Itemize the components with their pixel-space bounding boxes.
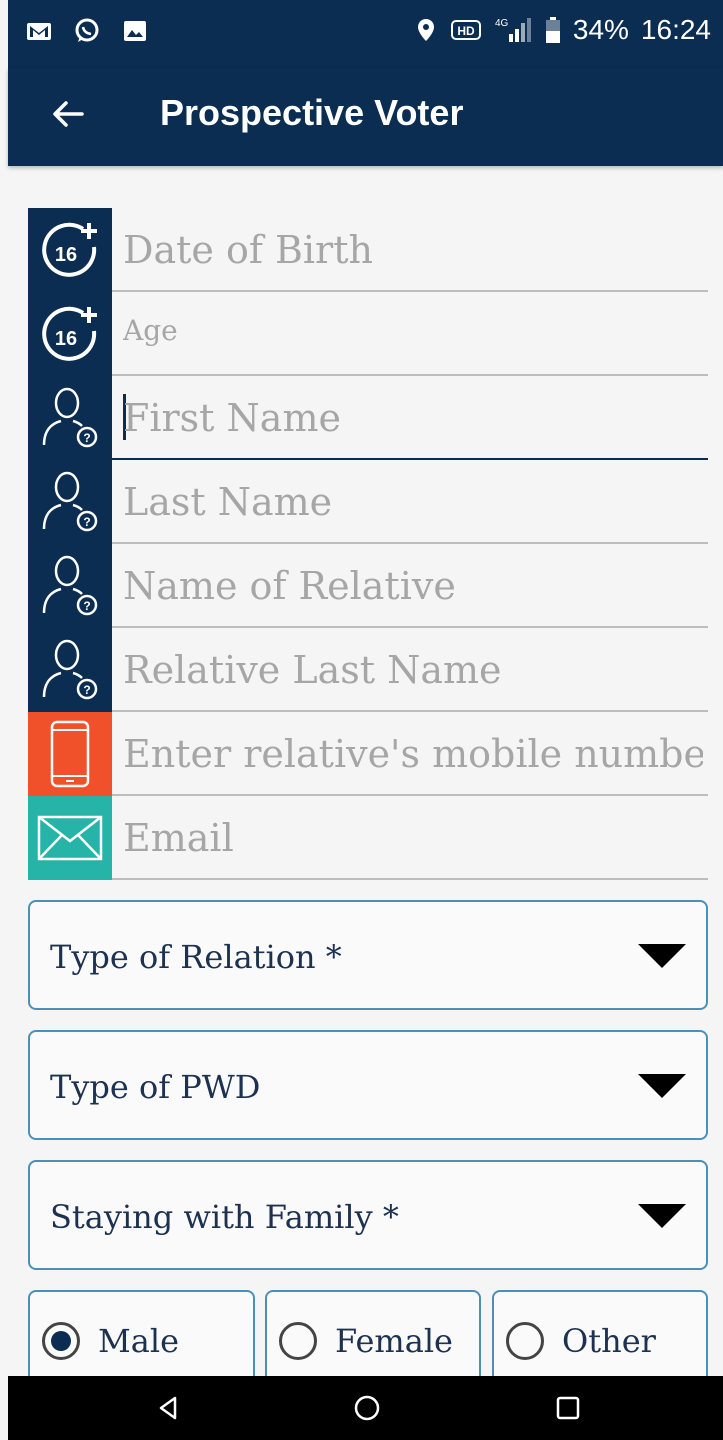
gallery-icon — [124, 21, 146, 41]
clock: 16:24 — [640, 14, 711, 45]
relative-mobile-field[interactable]: Enter relative's mobile numbe — [112, 712, 708, 796]
gender-label-female: Female — [335, 1322, 453, 1360]
gender-option-male[interactable]: Male — [28, 1290, 255, 1390]
dropdown-arrow-icon — [638, 1074, 686, 1098]
first-name-field[interactable]: First Name — [112, 376, 708, 460]
last-name-placeholder: Last Name — [123, 480, 333, 524]
date-of-birth-placeholder: Date of Birth — [123, 228, 373, 272]
location-icon — [417, 19, 434, 41]
relative-last-name-field[interactable]: Relative Last Name — [112, 628, 708, 712]
gmail-icon — [27, 23, 51, 40]
recents-square-icon[interactable] — [552, 1392, 584, 1424]
signal-icon: 4G — [495, 18, 531, 42]
email-row: Email — [28, 796, 708, 880]
relation-type-label: Type of Relation * — [50, 938, 342, 976]
relative-mobile-placeholder: Enter relative's mobile numbe — [123, 732, 703, 776]
pwd-type-label: Type of PWD — [50, 1068, 261, 1106]
last-name-row: ? Last Name — [28, 460, 708, 544]
page-title: Prospective Voter — [160, 92, 464, 133]
dropdown-arrow-icon — [638, 1204, 686, 1228]
app-bar: Prospective Voter — [8, 68, 723, 166]
back-triangle-icon[interactable] — [153, 1392, 185, 1424]
age-row: 16 Age — [28, 292, 708, 376]
user-question-icon: ? — [28, 460, 112, 544]
age-16-plus-icon: 16 — [28, 208, 112, 292]
gender-option-other[interactable]: Other — [492, 1290, 708, 1390]
gender-label-male: Male — [98, 1322, 180, 1360]
email-field[interactable]: Email — [112, 796, 708, 880]
status-bar: HD 4G 34% 16:24 — [8, 0, 723, 68]
age-placeholder: Age — [123, 314, 178, 347]
svg-text:16: 16 — [55, 244, 77, 266]
gender-label-other: Other — [562, 1322, 656, 1360]
staying-with-family-dropdown[interactable]: Staying with Family * — [28, 1160, 708, 1270]
age-16-plus-icon: 16 — [28, 292, 112, 376]
svg-text:?: ? — [83, 515, 90, 529]
relative-last-name-placeholder: Relative Last Name — [123, 648, 502, 692]
user-question-icon: ? — [28, 628, 112, 712]
mobile-phone-icon — [28, 712, 112, 796]
radio-button[interactable] — [279, 1322, 317, 1360]
date-of-birth-field[interactable]: Date of Birth — [112, 208, 708, 292]
email-placeholder: Email — [123, 816, 234, 860]
svg-text:?: ? — [83, 431, 90, 445]
last-name-field[interactable]: Last Name — [112, 460, 708, 544]
svg-text:4G: 4G — [495, 18, 509, 29]
relative-name-field[interactable]: Name of Relative — [112, 544, 708, 628]
first-name-placeholder: First Name — [123, 396, 341, 440]
battery-icon — [545, 17, 560, 43]
back-arrow-icon[interactable] — [48, 94, 88, 134]
relative-mobile-row: Enter relative's mobile numbe — [28, 712, 708, 796]
user-question-icon: ? — [28, 544, 112, 628]
svg-text:16: 16 — [55, 328, 77, 350]
user-question-icon: ? — [28, 376, 112, 460]
relative-name-placeholder: Name of Relative — [123, 564, 456, 608]
radio-button[interactable] — [506, 1322, 544, 1360]
svg-text:?: ? — [83, 683, 90, 697]
dropdown-arrow-icon — [638, 944, 686, 968]
envelope-icon — [28, 796, 112, 880]
home-circle-icon[interactable] — [351, 1392, 383, 1424]
radio-button-checked[interactable] — [42, 1322, 80, 1360]
whatsapp-icon — [75, 18, 99, 42]
pwd-type-dropdown[interactable]: Type of PWD — [28, 1030, 708, 1140]
system-nav-bar — [8, 1376, 723, 1440]
svg-text:HD: HD — [457, 24, 475, 38]
gender-option-female[interactable]: Female — [265, 1290, 481, 1390]
first-name-row: ? First Name — [28, 376, 708, 460]
battery-percent: 34% — [572, 14, 629, 45]
staying-with-family-label: Staying with Family * — [50, 1198, 399, 1236]
relation-type-dropdown[interactable]: Type of Relation * — [28, 900, 708, 1010]
relative-name-row: ? Name of Relative — [28, 544, 708, 628]
svg-text:?: ? — [83, 599, 90, 613]
date-of-birth-row: 16 Date of Birth — [28, 208, 708, 292]
age-field[interactable]: Age — [112, 292, 708, 376]
hd-icon: HD — [450, 20, 481, 40]
relative-last-name-row: ? Relative Last Name — [28, 628, 708, 712]
